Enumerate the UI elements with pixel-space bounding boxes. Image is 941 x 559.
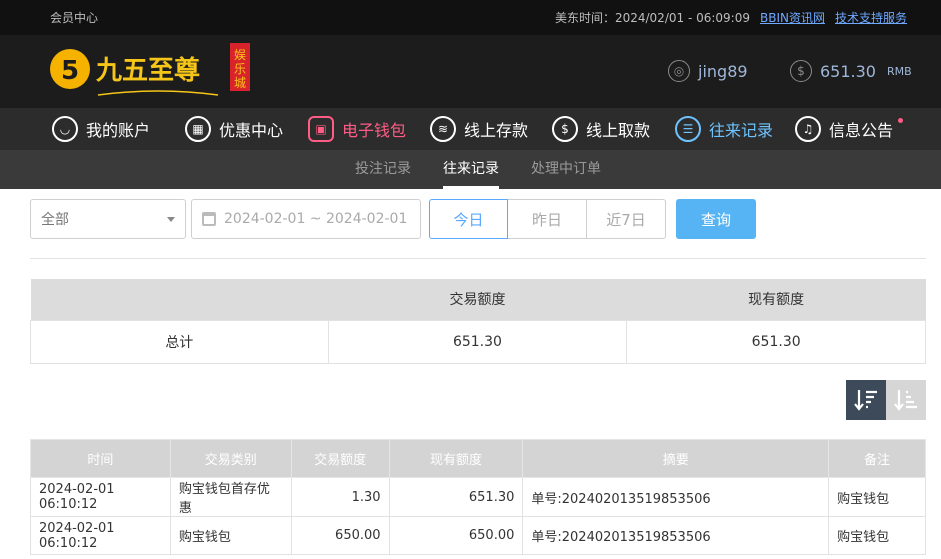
summary-header-amount: 交易额度 [328, 279, 627, 320]
header: 5 九五至尊 娱 乐 城 ◎ jing89 $ 651.30 RMB [0, 35, 941, 108]
sort-desc-button[interactable] [846, 380, 886, 420]
svg-text:九五至尊: 九五至尊 [95, 55, 200, 86]
currency-unit: RMB [886, 64, 912, 78]
svg-text:城: 城 [234, 76, 246, 90]
casino-logo[interactable]: 5 九五至尊 娱 乐 城 [48, 43, 258, 103]
sub-nav: 投注记录 往来记录 处理中订单 [0, 150, 941, 189]
tab-pending-orders[interactable]: 处理中订单 [531, 150, 601, 189]
nav-promotions[interactable]: ▦ 优惠中心 [185, 108, 283, 150]
record-icon: ☰ [675, 116, 701, 142]
chevron-down-icon [167, 217, 175, 222]
nav-transaction-records[interactable]: ☰ 往来记录 [675, 108, 773, 150]
svg-text:5: 5 [61, 56, 79, 86]
col-summary: 摘要 [522, 439, 830, 478]
bbin-info-link[interactable]: BBIN资讯网 [760, 9, 825, 26]
summary-label: 总计 [30, 319, 329, 364]
sort-desc-icon [854, 390, 877, 411]
summary-table: 交易额度 现有额度 总计 651.30 651.30 [30, 279, 926, 364]
sort-asc-button[interactable] [886, 380, 926, 420]
filter-bar: 全部 2024-02-01 ~ 2024-02-01 今日 昨日 近7日 查询 [30, 199, 756, 239]
nav-e-wallet[interactable]: ▣ 电子钱包 [308, 108, 406, 150]
nav-online-deposit[interactable]: ≋ 线上存款 [430, 108, 528, 150]
balance-info: $ 651.30 RMB [790, 60, 912, 82]
deposit-icon: ≋ [430, 116, 456, 142]
gift-icon: ▦ [185, 116, 211, 142]
member-center-label: 会员中心 [50, 11, 99, 25]
quick-range: 今日 昨日 近7日 [429, 199, 666, 239]
server-time: 美东时间：2024/02/01 - 06:09:09 [554, 11, 750, 25]
nav-online-withdraw[interactable]: $ 线上取款 [552, 108, 650, 150]
summary-current: 651.30 [626, 319, 926, 364]
date-range-input[interactable]: 2024-02-01 ~ 2024-02-01 [191, 199, 421, 239]
top-bar: 会员中心 美东时间：2024/02/01 - 06:09:09 BBIN资讯网 … [0, 0, 941, 35]
tab-transaction-records[interactable]: 往来记录 [443, 150, 499, 189]
table-row: 2024-02-01 06:10:12 购宝钱包首存优惠 1.30 651.30… [30, 477, 926, 517]
col-type: 交易类别 [169, 439, 292, 478]
sort-asc-icon [894, 390, 917, 411]
nav-my-account[interactable]: ◡ 我的账户 [52, 108, 150, 150]
col-amount: 交易额度 [290, 439, 390, 478]
svg-text:娱: 娱 [234, 48, 246, 62]
col-note: 备注 [828, 439, 926, 478]
nav-announcements[interactable]: ♫ 信息公告 [795, 108, 904, 150]
col-time: 时间 [30, 439, 171, 478]
tech-support-link[interactable]: 技术支持服务 [835, 9, 907, 26]
calendar-icon [202, 212, 216, 226]
yesterday-button[interactable]: 昨日 [508, 199, 587, 239]
summary-amount: 651.30 [327, 319, 628, 364]
query-button[interactable]: 查询 [676, 199, 756, 239]
user-info[interactable]: ◎ jing89 [668, 60, 748, 82]
divider [30, 258, 926, 259]
table-row: 总计 651.30 651.30 [30, 319, 926, 364]
withdraw-icon: $ [552, 116, 578, 142]
table-row: 2024-02-01 06:10:12 购宝钱包 650.00 650.00 单… [30, 516, 926, 555]
balance-value: 651.30 [820, 61, 876, 81]
tab-bet-records[interactable]: 投注记录 [355, 150, 411, 189]
user-avatar-icon: ◎ [668, 60, 690, 82]
summary-header-current: 现有额度 [626, 279, 926, 320]
user-icon: ◡ [52, 116, 78, 142]
sort-toggle [846, 380, 926, 420]
username: jing89 [698, 61, 748, 81]
main-nav: ◡ 我的账户 ▦ 优惠中心 ▣ 电子钱包 ≋ 线上存款 $ 线上取款 ☰ 往来记… [0, 108, 941, 150]
wallet-icon: ▣ [308, 116, 334, 142]
bell-icon: ♫ [795, 116, 821, 142]
notification-dot [898, 118, 904, 123]
dollar-icon: $ [790, 60, 812, 82]
svg-text:乐: 乐 [234, 62, 246, 76]
col-current: 现有额度 [388, 439, 524, 478]
transaction-table: 时间 交易类别 交易额度 现有额度 摘要 备注 2024-02-01 06:10… [30, 439, 926, 555]
last7-button[interactable]: 近7日 [587, 199, 666, 239]
today-button[interactable]: 今日 [429, 199, 508, 239]
category-select[interactable]: 全部 [30, 199, 186, 239]
